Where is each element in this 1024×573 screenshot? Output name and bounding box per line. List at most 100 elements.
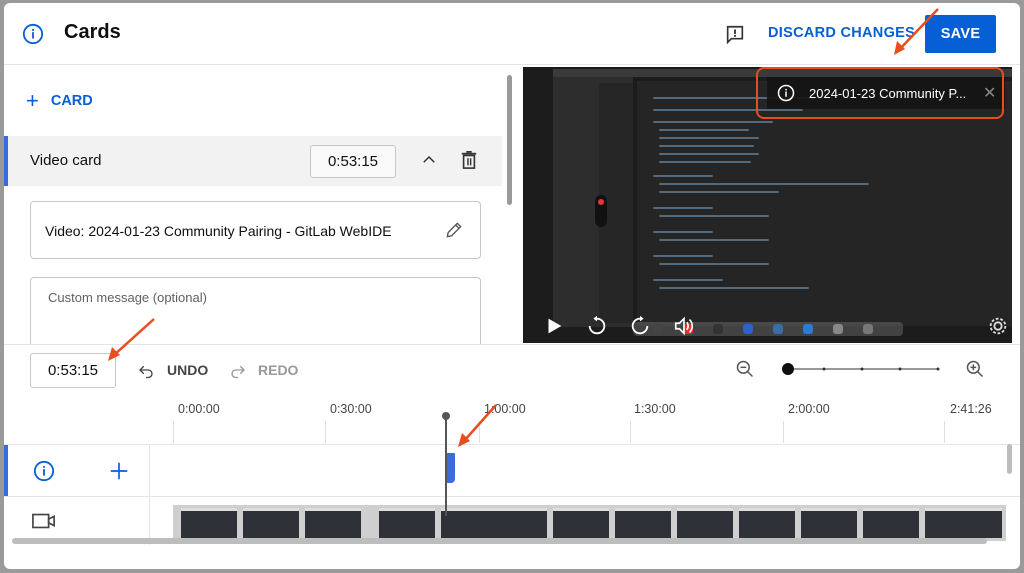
dock-app: [803, 324, 813, 334]
code-line: [659, 137, 759, 139]
dock-app: [863, 324, 873, 334]
plus-icon[interactable]: [108, 460, 130, 482]
ruler-tick: [630, 421, 631, 443]
filmstrip-thumbnail: [677, 508, 733, 538]
video-filmstrip[interactable]: [173, 505, 1006, 541]
ruler-tick: [783, 421, 784, 443]
lane-accent: [4, 445, 8, 497]
plus-icon: +: [26, 88, 39, 113]
code-line: [653, 175, 713, 177]
play-icon[interactable]: [543, 315, 565, 337]
save-button[interactable]: SAVE: [925, 15, 996, 53]
timeline-scrollbar-vertical[interactable]: [1007, 444, 1012, 474]
filmstrip-thumbnail: [739, 508, 795, 538]
playhead-handle[interactable]: [442, 412, 450, 420]
video-field-text: Video: 2024-01-23 Community Pairing - Gi…: [45, 223, 392, 239]
code-line: [659, 161, 751, 163]
filmstrip-thumbnail: [615, 508, 671, 538]
camera-icon: [32, 513, 55, 529]
ruler-label: 0:30:00: [330, 402, 372, 416]
code-line: [659, 287, 809, 289]
discard-changes-button[interactable]: DISCARD CHANGES: [768, 25, 915, 41]
filmstrip-thumbnail: [978, 508, 1002, 538]
pencil-icon[interactable]: [444, 220, 464, 240]
zoom-out-icon[interactable]: [735, 359, 755, 379]
dock-app: [773, 324, 783, 334]
ruler-label: 2:41:26: [950, 402, 992, 416]
card-list-scrollbar[interactable]: [507, 75, 512, 205]
ruler-tick: [325, 421, 326, 443]
dock-app: [743, 324, 753, 334]
code-line: [653, 207, 713, 209]
code-line: [659, 215, 769, 217]
code-line: [659, 183, 869, 185]
ruler-label: 1:00:00: [484, 402, 526, 416]
redo-icon[interactable]: [228, 361, 248, 379]
settings-icon[interactable]: [987, 315, 1009, 337]
header: Cards DISCARD CHANGES SAVE: [4, 3, 1020, 65]
custom-message-field[interactable]: Custom message (optional): [30, 277, 481, 344]
dock-app: [713, 324, 723, 334]
undo-button[interactable]: UNDO: [167, 362, 208, 378]
filmstrip-thumbnail: [305, 508, 361, 538]
code-line: [659, 145, 754, 147]
filmstrip-thumbnail: [863, 508, 919, 538]
add-card-button[interactable]: + CARD: [26, 90, 93, 112]
video-select-field[interactable]: Video: 2024-01-23 Community Pairing - Gi…: [30, 201, 481, 259]
card-list-panel: + CARD Video card 0:53:15 Video: 2024-01…: [4, 66, 510, 344]
timeline-time-input[interactable]: 0:53:15: [30, 353, 116, 388]
zoom-in-icon[interactable]: [965, 359, 985, 379]
filmstrip-thumbnail: [441, 508, 497, 538]
code-line: [653, 121, 773, 123]
dock-app: [653, 324, 663, 334]
lane-divider: [149, 445, 150, 497]
filmstrip-thumbnail: [925, 508, 981, 538]
ruler-label: 2:00:00: [788, 402, 830, 416]
filmstrip-thumbnail: [379, 508, 435, 538]
ruler-tick: [479, 421, 480, 443]
undo-icon[interactable]: [136, 361, 156, 379]
trash-icon[interactable]: [460, 150, 478, 170]
dock-app: [833, 324, 843, 334]
feedback-icon[interactable]: [724, 24, 746, 46]
code-line: [659, 129, 749, 131]
timeline-ruler: 0:00:00 0:30:00 1:00:00 1:30:00 2:00:00 …: [4, 399, 1020, 444]
recording-dot: [598, 199, 604, 205]
filmstrip-thumbnail: [491, 508, 547, 538]
video-lane: [4, 496, 1020, 545]
code-line: [659, 239, 769, 241]
code-line: [653, 255, 713, 257]
cards-editor-window: Cards DISCARD CHANGES SAVE + CARD Video …: [4, 3, 1020, 569]
code-line: [653, 279, 723, 281]
filmstrip-thumbnail: [801, 508, 857, 538]
add-card-label: CARD: [50, 93, 93, 109]
chevron-up-icon[interactable]: [420, 151, 438, 169]
info-icon: [22, 23, 44, 45]
info-icon: [33, 460, 55, 482]
forward-10-icon[interactable]: [629, 315, 651, 337]
timeline-toolbar: 0:53:15 UNDO REDO: [4, 344, 1020, 399]
filmstrip-thumbnail: [243, 508, 299, 538]
cards-lane: [4, 444, 1020, 497]
zoom-slider[interactable]: [782, 362, 942, 376]
rewind-10-icon[interactable]: [586, 315, 608, 337]
playhead[interactable]: [445, 416, 447, 516]
code-line: [653, 231, 713, 233]
timeline-scrollbar-horizontal[interactable]: [12, 538, 987, 544]
card-type-label: Video card: [30, 152, 102, 169]
ruler-tick: [944, 421, 945, 443]
code-line: [659, 153, 759, 155]
code-line: [659, 263, 769, 265]
card-row-video[interactable]: Video card 0:53:15: [4, 136, 502, 186]
ruler-label: 1:30:00: [634, 402, 676, 416]
volume-icon[interactable]: [673, 315, 695, 337]
code-line: [659, 191, 779, 193]
filmstrip-thumbnail: [181, 508, 237, 538]
annotation-highlight-box: [756, 67, 1004, 119]
page-title: Cards: [64, 21, 121, 43]
custom-message-placeholder: Custom message (optional): [48, 290, 207, 305]
ruler-label: 0:00:00: [178, 402, 220, 416]
redo-button[interactable]: REDO: [258, 362, 298, 378]
ruler-tick: [173, 421, 174, 443]
card-time-input[interactable]: 0:53:15: [310, 145, 396, 178]
